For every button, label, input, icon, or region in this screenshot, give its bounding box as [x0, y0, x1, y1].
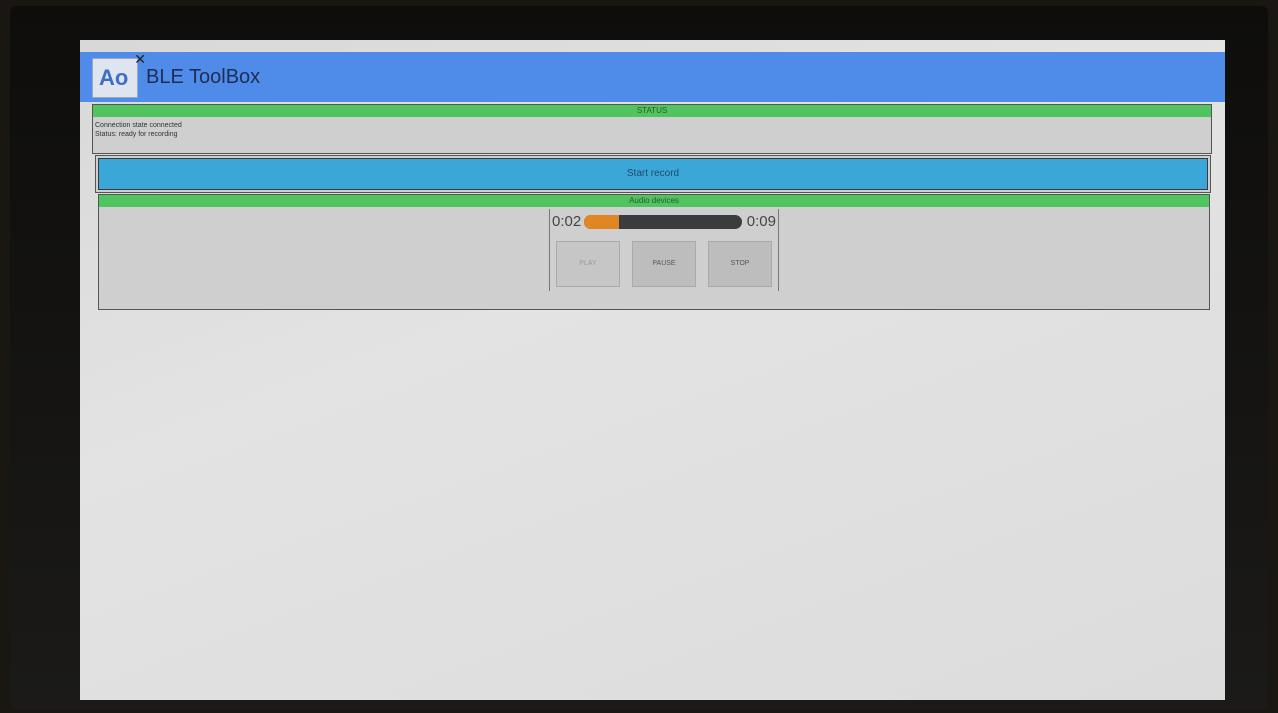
status-line: Status: ready for recording — [95, 131, 178, 138]
app-logo-icon: Ao ✕ — [92, 51, 146, 98]
status-line: Connection state connected — [95, 122, 182, 129]
status-panel-header: STATUS — [93, 105, 1211, 117]
audio-panel-header: Audio devices — [99, 195, 1209, 207]
audio-player: 0:02 0:09 PLAY PAUSE STOP — [549, 209, 779, 291]
app-screen: Ao ✕ BLE ToolBox STATUS Connection state… — [80, 40, 1225, 700]
logo-text: Ao — [99, 65, 129, 90]
audio-panel: Audio devices 0:02 0:09 PLAY PAUSE STOP — [98, 194, 1210, 310]
status-panel: STATUS Connection state connected Status… — [92, 104, 1212, 154]
app-title: BLE ToolBox — [146, 66, 261, 88]
close-icon[interactable]: ✕ — [134, 51, 146, 68]
status-text: Connection state connected Status: ready… — [93, 117, 1211, 143]
stop-button[interactable]: STOP — [708, 241, 772, 287]
duration-time: 0:09 — [746, 213, 776, 230]
pause-button[interactable]: PAUSE — [632, 241, 696, 287]
playback-progress-bar[interactable] — [584, 215, 742, 229]
playback-progress-fill — [584, 215, 619, 229]
play-button[interactable]: PLAY — [556, 241, 620, 287]
start-record-button[interactable]: Start record — [98, 158, 1208, 190]
current-time: 0:02 — [552, 213, 582, 230]
title-bar: Ao ✕ BLE ToolBox — [80, 51, 1225, 102]
